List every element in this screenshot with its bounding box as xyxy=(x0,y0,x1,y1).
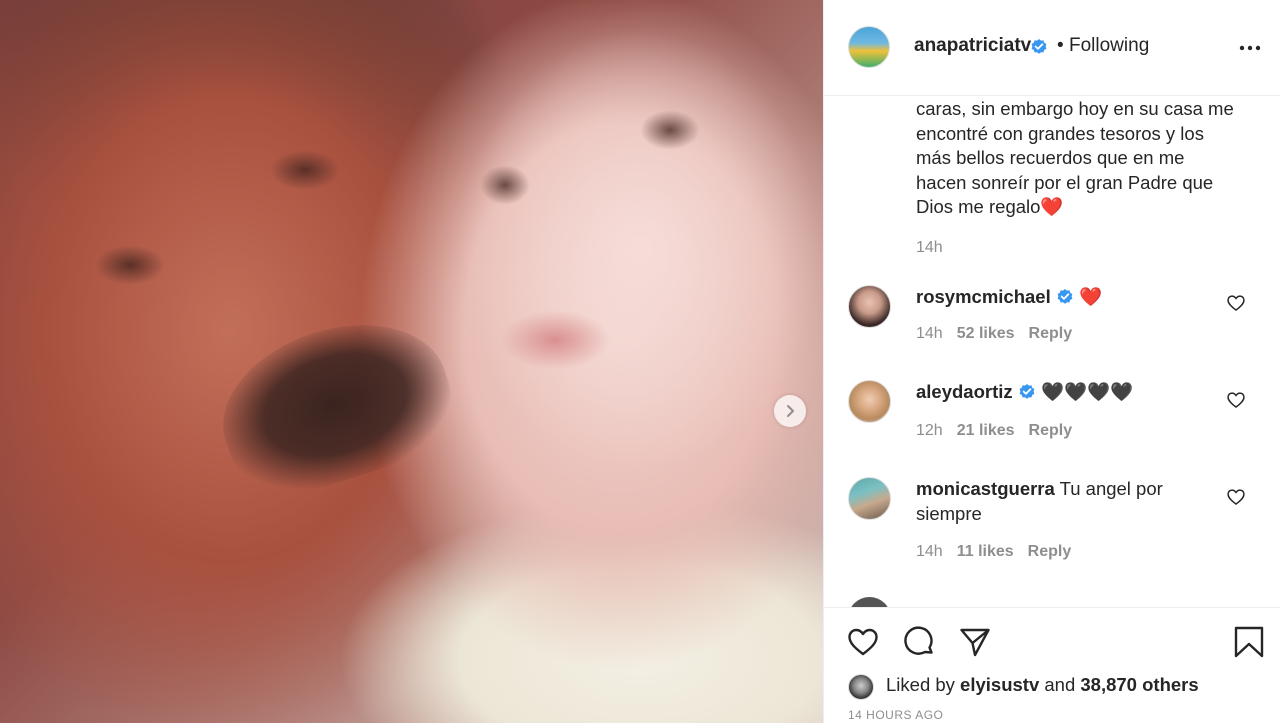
comment-text: 🖤🖤🖤🖤 xyxy=(1040,381,1134,402)
commenter-username[interactable]: aleydaortiz xyxy=(916,381,1013,402)
commenter-username[interactable]: monicastguerra xyxy=(916,478,1055,499)
post-side-panel: anapatriciatv • Following caras, sin emb… xyxy=(823,0,1280,723)
post-timestamp[interactable]: 14 HOURS AGO xyxy=(848,708,943,722)
bookmark-icon[interactable] xyxy=(1232,625,1266,659)
author-username[interactable]: anapatriciatv xyxy=(914,35,1031,57)
verified-badge-icon xyxy=(1019,384,1035,399)
heart-icon[interactable] xyxy=(846,625,880,659)
post-actions: Liked by elyisustv and 38,870 others xyxy=(824,607,1280,723)
liker-username[interactable]: elyisustv xyxy=(960,674,1039,695)
comment-likes[interactable]: 11 likes xyxy=(957,543,1014,560)
chevron-right-icon xyxy=(787,405,794,417)
comment-likes[interactable]: 21 likes xyxy=(957,422,1015,439)
reply-button[interactable]: Reply xyxy=(1029,325,1073,342)
comment-meta: 14h 52 likes Reply xyxy=(916,325,1086,343)
commenter-avatar[interactable] xyxy=(848,477,891,520)
comments-list[interactable]: caras, sin embargo hoy en su casa me enc… xyxy=(824,97,1280,607)
paper-plane-icon[interactable] xyxy=(958,625,992,659)
liker-avatar[interactable] xyxy=(848,674,874,700)
carousel-next-button[interactable] xyxy=(774,395,806,427)
caption-text: caras, sin embargo hoy en su casa me enc… xyxy=(916,98,1234,217)
photo-detail xyxy=(480,165,530,205)
photo-detail xyxy=(500,310,610,370)
commenter-avatar[interactable] xyxy=(848,285,891,328)
verified-badge-icon xyxy=(1031,39,1047,54)
comment-time[interactable]: 12h xyxy=(916,422,943,439)
reply-button[interactable]: Reply xyxy=(1029,422,1073,439)
heart-icon[interactable] xyxy=(1226,390,1246,410)
likes-others-button[interactable]: 38,870 others xyxy=(1080,674,1198,695)
liked-by-and: and xyxy=(1044,674,1076,695)
reply-button[interactable]: Reply xyxy=(1028,543,1072,560)
heart-icon[interactable] xyxy=(1226,487,1246,507)
comment-time[interactable]: 14h xyxy=(916,325,943,342)
heart-icon[interactable] xyxy=(1226,293,1246,313)
post-header: anapatriciatv • Following xyxy=(824,0,1280,96)
comment-likes[interactable]: 52 likes xyxy=(957,325,1015,342)
post-photo xyxy=(0,0,823,723)
more-options-icon[interactable] xyxy=(1238,38,1262,58)
follow-status-button[interactable]: Following xyxy=(1069,35,1149,57)
comment-icon[interactable] xyxy=(902,625,936,659)
separator-dot: • xyxy=(1057,35,1064,56)
post-caption: caras, sin embargo hoy en su casa me enc… xyxy=(916,97,1236,260)
author-avatar[interactable] xyxy=(848,26,890,68)
commenter-username[interactable]: rosymcmichael xyxy=(916,286,1051,307)
comment-meta: 12h 21 likes Reply xyxy=(916,422,1086,440)
comment-text: ❤️ xyxy=(1079,286,1103,307)
liked-by-prefix: Liked by xyxy=(886,674,955,695)
photo-detail xyxy=(270,150,340,190)
photo-detail xyxy=(640,110,700,150)
caption-emoji: ❤️ xyxy=(1040,196,1064,217)
photo-detail xyxy=(95,245,165,285)
commenter-avatar[interactable] xyxy=(848,597,891,607)
comment-meta: 14h 11 likes Reply xyxy=(916,543,1085,561)
comment-time[interactable]: 14h xyxy=(916,543,943,560)
commenter-avatar[interactable] xyxy=(848,380,891,423)
comment-body: monicastguerra Tu angel por siempre xyxy=(916,477,1206,526)
verified-badge-icon xyxy=(1057,289,1073,304)
caption-time[interactable]: 14h xyxy=(916,236,1236,261)
photo-detail xyxy=(202,298,468,512)
liked-by-text: Liked by elyisustv and 38,870 others xyxy=(886,674,1199,696)
comment-body: rosymcmichael ❤️ xyxy=(916,285,1206,310)
comment-body: aleydaortiz 🖤🖤🖤🖤 xyxy=(916,380,1206,405)
